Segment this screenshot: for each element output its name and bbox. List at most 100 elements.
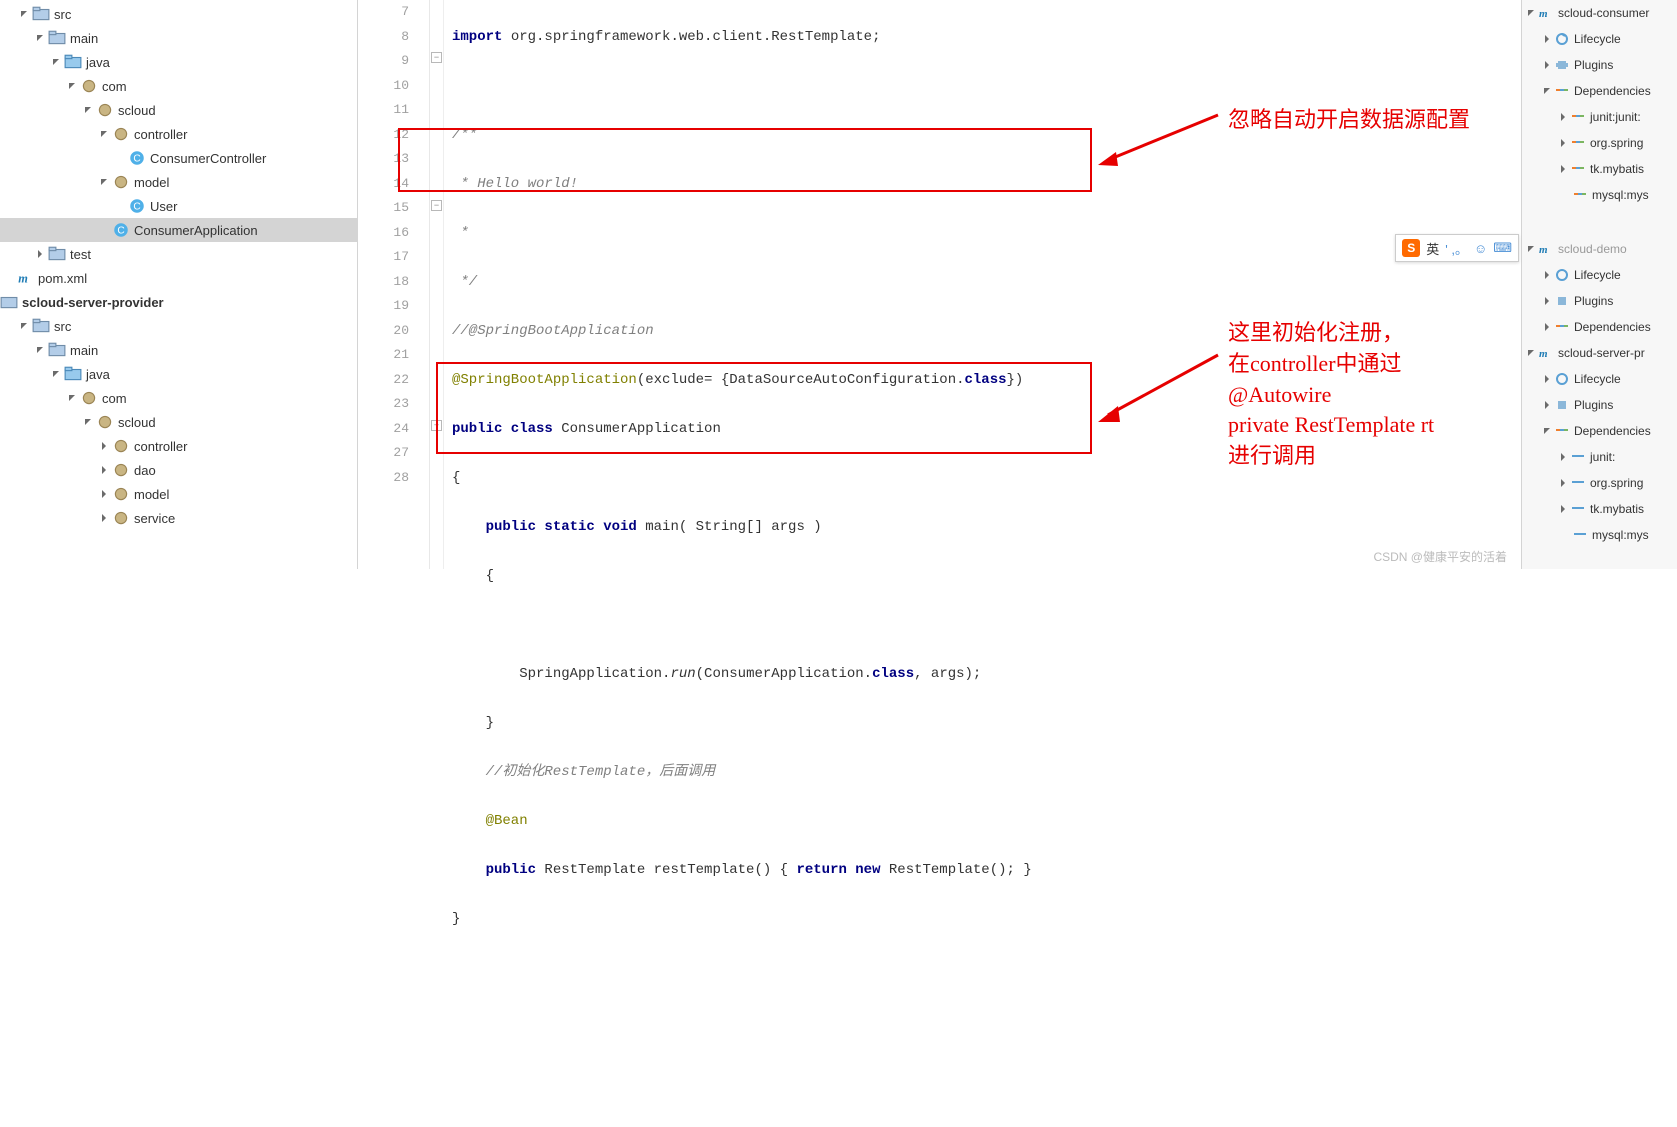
maven-dep-item[interactable]: org.spring [1522, 130, 1677, 156]
lifecycle-icon [1554, 267, 1570, 283]
expand-arrow-icon[interactable] [16, 318, 32, 334]
package-icon [112, 437, 130, 455]
maven-dependencies[interactable]: Dependencies [1522, 418, 1677, 444]
code-editor[interactable]: 7 8 9 10 11 12 13 14 15 16 17 18 19 20 2… [358, 0, 1521, 569]
tree-node-src2[interactable]: src [0, 314, 357, 338]
maven-label: tk.mybatis [1590, 502, 1644, 516]
fold-toggle-icon[interactable]: + [431, 420, 442, 431]
maven-plugins[interactable]: Plugins [1522, 52, 1677, 78]
tree-node-main2[interactable]: main [0, 338, 357, 362]
maven-module[interactable]: mscloud-demo [1522, 236, 1677, 262]
svg-text:m: m [18, 272, 28, 286]
expand-arrow-icon[interactable] [80, 414, 96, 430]
tree-node-controller[interactable]: controller [0, 122, 357, 146]
maven-label: mysql:mys [1592, 528, 1649, 542]
package-icon [112, 125, 130, 143]
maven-plugins[interactable]: Plugins [1522, 288, 1677, 314]
ime-keyboard-icon[interactable]: ⌨ [1493, 240, 1512, 256]
tree-label: model [134, 175, 169, 190]
tree-node-scloud2[interactable]: scloud [0, 410, 357, 434]
jar-icon [1570, 161, 1586, 177]
expand-arrow-icon[interactable] [32, 30, 48, 46]
tree-node-java2[interactable]: java [0, 362, 357, 386]
package-icon [80, 389, 98, 407]
expand-arrow-icon[interactable] [64, 390, 80, 406]
line-number: 20 [358, 319, 409, 344]
line-number: 28 [358, 466, 409, 491]
maven-lifecycle[interactable]: Lifecycle [1522, 262, 1677, 288]
tree-node-user[interactable]: CUser [0, 194, 357, 218]
fold-toggle-icon[interactable]: − [431, 52, 442, 63]
code-token: (exclude= {DataSourceAutoConfiguration. [637, 372, 965, 388]
expand-arrow-icon[interactable] [32, 342, 48, 358]
expand-arrow-icon[interactable] [48, 366, 64, 382]
tree-node-com2[interactable]: com [0, 386, 357, 410]
ime-emoji-icon[interactable]: ☺ [1474, 241, 1487, 256]
line-number: 23 [358, 392, 409, 417]
tree-node-java[interactable]: java [0, 50, 357, 74]
maven-dep-item[interactable]: mysql:mys [1522, 182, 1677, 208]
maven-dependencies[interactable]: Dependencies [1522, 314, 1677, 340]
tree-node-com[interactable]: com [0, 74, 357, 98]
tree-node-pom[interactable]: mpom.xml [0, 266, 357, 290]
collapse-arrow-icon[interactable] [96, 438, 112, 454]
svg-text:m: m [1539, 244, 1548, 256]
maven-plugins[interactable]: Plugins [1522, 392, 1677, 418]
maven-dep-item[interactable]: tk.mybatis [1522, 496, 1677, 522]
fold-gutter[interactable]: − − + [430, 0, 444, 569]
expand-arrow-icon[interactable] [48, 54, 64, 70]
maven-dep-item[interactable]: junit:junit: [1522, 104, 1677, 130]
tree-node-main[interactable]: main [0, 26, 357, 50]
expand-arrow-icon[interactable] [96, 126, 112, 142]
fold-toggle-icon[interactable]: − [431, 200, 442, 211]
expand-arrow-icon[interactable] [80, 102, 96, 118]
code-line [452, 74, 1521, 99]
dependency-icon [1554, 423, 1570, 439]
folder-icon [32, 5, 50, 23]
maven-label: junit: [1590, 450, 1615, 464]
code-token: (ConsumerApplication. [696, 666, 872, 682]
tree-label: test [70, 247, 91, 262]
svg-text:C: C [133, 201, 140, 212]
tree-node-dao[interactable]: dao [0, 458, 357, 482]
maven-module[interactable]: mscloud-consumer [1522, 0, 1677, 26]
maven-lifecycle[interactable]: Lifecycle [1522, 366, 1677, 392]
ime-mode-label[interactable]: 英 [1426, 239, 1439, 258]
ime-toolbar[interactable]: S 英 ' ,。 ☺ ⌨ [1395, 234, 1519, 262]
tree-node-consumer-application[interactable]: CConsumerApplication [0, 218, 357, 242]
maven-dep-item[interactable]: mysql:mys [1522, 522, 1677, 548]
maven-dependencies[interactable]: Dependencies [1522, 78, 1677, 104]
tree-node-consumer-controller[interactable]: CConsumerController [0, 146, 357, 170]
expand-arrow-icon[interactable] [96, 174, 112, 190]
maven-lifecycle[interactable]: Lifecycle [1522, 26, 1677, 52]
collapse-arrow-icon[interactable] [96, 510, 112, 526]
maven-label: tk.mybatis [1590, 162, 1644, 176]
maven-dep-item[interactable]: org.spring [1522, 470, 1677, 496]
maven-dep-item[interactable]: tk.mybatis [1522, 156, 1677, 182]
maven-label: Plugins [1574, 398, 1613, 412]
ime-punct[interactable]: ' ,。 [1445, 239, 1468, 258]
tree-node-model[interactable]: model [0, 170, 357, 194]
tree-node-model2[interactable]: model [0, 482, 357, 506]
dependency-icon [1554, 83, 1570, 99]
collapse-arrow-icon[interactable] [96, 462, 112, 478]
maven-module[interactable]: mscloud-server-pr [1522, 340, 1677, 366]
expand-arrow-icon[interactable] [16, 6, 32, 22]
maven-label: org.spring [1590, 476, 1643, 490]
svg-text:m: m [1539, 348, 1548, 360]
tree-node-controller2[interactable]: controller [0, 434, 357, 458]
collapse-arrow-icon[interactable] [32, 246, 48, 262]
expand-arrow-icon[interactable] [64, 78, 80, 94]
plugin-icon [1554, 293, 1570, 309]
tree-node-test[interactable]: test [0, 242, 357, 266]
project-tree-panel: src main java com scloud controller CCon… [0, 0, 358, 569]
tree-label: ConsumerController [150, 151, 266, 166]
tree-node-provider[interactable]: scloud-server-provider [0, 290, 357, 314]
tree-node-src[interactable]: src [0, 2, 357, 26]
code-content[interactable]: import org.springframework.web.client.Re… [444, 0, 1521, 569]
maven-dep-item[interactable]: junit: [1522, 444, 1677, 470]
tree-label: main [70, 343, 98, 358]
tree-node-scloud[interactable]: scloud [0, 98, 357, 122]
tree-node-service[interactable]: service [0, 506, 357, 530]
collapse-arrow-icon[interactable] [96, 486, 112, 502]
